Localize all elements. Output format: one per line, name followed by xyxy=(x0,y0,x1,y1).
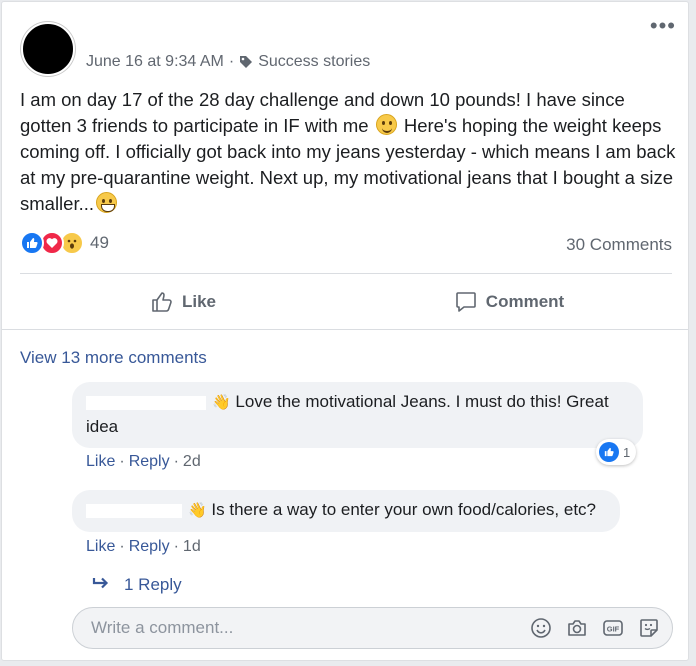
smile-emoji-icon xyxy=(375,114,397,135)
tag-icon xyxy=(239,55,253,69)
emoji-icon[interactable] xyxy=(530,617,552,639)
comment-bubble: 👋 Love the motivational Jeans. I must do… xyxy=(72,382,643,448)
comment-text: Is there a way to enter your own food/ca… xyxy=(211,500,597,519)
avatar[interactable] xyxy=(21,22,75,76)
comment-bubble: 👋 Is there a way to enter your own food/… xyxy=(72,490,620,532)
more-options-icon[interactable]: ••• xyxy=(650,15,676,37)
sticker-icon[interactable] xyxy=(638,617,660,639)
comment-like-link[interactable]: Like xyxy=(86,538,115,556)
thumbs-up-icon xyxy=(150,290,174,314)
camera-icon[interactable] xyxy=(566,617,588,639)
commenter-name-redacted[interactable] xyxy=(86,395,206,410)
post-meta: June 16 at 9:34 AM · Success stories xyxy=(86,53,370,71)
like-reaction-icon xyxy=(599,442,619,462)
composer-icons: GIF xyxy=(530,617,660,639)
post-actions: Like Comment xyxy=(20,276,672,328)
comment-reaction-count: 1 xyxy=(623,444,631,460)
reply-count-label: 1 Reply xyxy=(124,575,182,594)
comment-like-link[interactable]: Like xyxy=(86,453,115,471)
separator: · xyxy=(119,453,125,470)
like-reaction-icon xyxy=(20,231,44,255)
comment-reply-link[interactable]: Reply xyxy=(129,538,170,556)
reactions-count: 49 xyxy=(90,233,109,252)
commenter-name-redacted[interactable] xyxy=(86,503,182,518)
post-card: June 16 at 9:34 AM · Success stories •••… xyxy=(1,1,689,661)
waving-hand-icon: 👋 xyxy=(188,502,207,519)
separator: · xyxy=(173,538,179,555)
like-button[interactable]: Like xyxy=(20,276,346,328)
reply-arrow-icon xyxy=(92,575,110,595)
post-body: I am on day 17 of the 28 day challenge a… xyxy=(20,87,680,217)
gif-icon[interactable]: GIF xyxy=(602,617,624,639)
comment-button[interactable]: Comment xyxy=(346,276,672,328)
post-topic[interactable]: Success stories xyxy=(258,53,370,71)
comment-reaction-badge[interactable]: 1 xyxy=(596,439,637,465)
comment-label: Comment xyxy=(485,292,565,311)
comment-time[interactable]: 1d xyxy=(183,538,201,556)
grin-emoji-icon xyxy=(96,192,118,213)
section-divider xyxy=(2,329,688,330)
svg-text:GIF: GIF xyxy=(607,625,620,634)
comment-icon xyxy=(454,290,478,314)
separator: · xyxy=(173,453,179,470)
waving-hand-icon: 👋 xyxy=(212,394,231,411)
comments-count[interactable]: 30 Comments xyxy=(566,235,672,255)
comment-composer: GIF xyxy=(72,607,673,649)
reaction-summary[interactable]: 49 xyxy=(20,231,109,255)
comment-input[interactable] xyxy=(91,618,530,638)
view-replies-link[interactable]: 1 Reply xyxy=(92,575,182,595)
view-more-comments-link[interactable]: View 13 more comments xyxy=(20,348,207,368)
post-timestamp[interactable]: June 16 at 9:34 AM xyxy=(86,53,224,71)
meta-separator: · xyxy=(228,53,235,70)
separator: · xyxy=(119,538,125,555)
comment-time[interactable]: 2d xyxy=(183,453,201,471)
divider xyxy=(20,273,672,274)
comment-actions: Like · Reply · 2d xyxy=(86,453,201,471)
comment-reply-link[interactable]: Reply xyxy=(129,453,170,471)
comment-actions: Like · Reply · 1d xyxy=(86,538,201,556)
like-label: Like xyxy=(181,292,217,311)
